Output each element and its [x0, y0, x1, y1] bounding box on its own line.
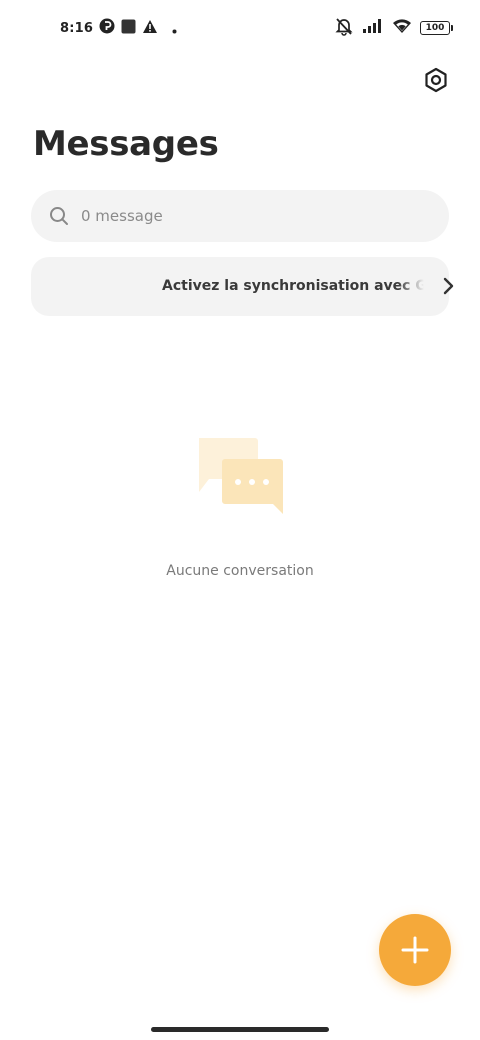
- home-indicator[interactable]: [151, 1027, 329, 1032]
- new-conversation-button[interactable]: [379, 914, 451, 986]
- chevron-right-icon: [443, 277, 454, 295]
- status-bar-right: 100: [334, 16, 453, 40]
- empty-conversation-icon: [199, 438, 283, 514]
- search-bar[interactable]: [31, 190, 449, 242]
- dot-icon: [172, 19, 177, 38]
- plus-icon: [401, 936, 429, 964]
- search-input[interactable]: [81, 207, 401, 225]
- settings-button[interactable]: [420, 64, 452, 96]
- status-bar-left: 8:16: [60, 18, 177, 38]
- mute-icon: [334, 16, 354, 40]
- empty-state-text: Aucune conversation: [166, 563, 314, 579]
- square-notification-icon: [121, 19, 136, 38]
- status-bar: 8:16 100: [0, 0, 480, 56]
- battery-level: 100: [425, 22, 445, 33]
- sync-banner[interactable]: Activez la synchronisation avec Google: [31, 257, 454, 316]
- wifi-icon: [392, 18, 412, 38]
- signal-icon: [362, 18, 384, 38]
- sync-banner-text: Activez la synchronisation avec Google: [162, 278, 424, 294]
- gear-hexagon-icon: [425, 67, 447, 93]
- status-time: 8:16: [60, 20, 94, 36]
- messages-screen: 8:16 100 Messages 0 message Activez la s…: [0, 0, 480, 1040]
- p-icon: [99, 18, 115, 38]
- page-title: Messages: [33, 124, 219, 164]
- warning-icon: [142, 19, 158, 38]
- battery-icon: 100: [420, 21, 453, 35]
- search-icon: [50, 207, 68, 225]
